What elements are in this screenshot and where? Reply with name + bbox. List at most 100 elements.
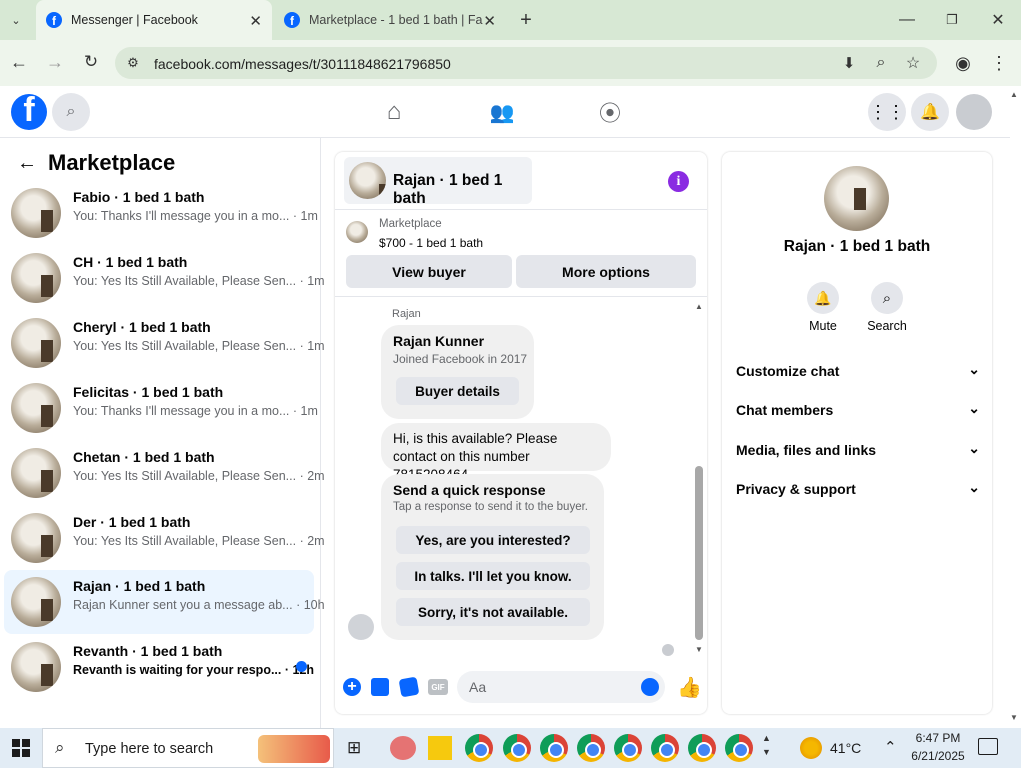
- info-avatar[interactable]: [824, 166, 889, 231]
- chrome-icon[interactable]: [465, 734, 493, 762]
- section-media-files-links[interactable]: Media, files and links ⌄: [736, 440, 980, 458]
- tray-chevron-icon[interactable]: ⌃: [884, 738, 897, 756]
- chevron-down-icon: ⌄: [968, 440, 980, 456]
- notifications-bell-icon[interactable]: 🔔: [911, 93, 949, 131]
- buyer-profile-card: Rajan Kunner Joined Facebook in 2017 Buy…: [381, 325, 534, 419]
- app-pinned-icon[interactable]: [390, 736, 416, 760]
- section-customize-chat[interactable]: Customize chat ⌄: [736, 361, 980, 379]
- thread-item[interactable]: Fabio · 1 bed 1 bath You: Thanks I'll me…: [4, 181, 318, 245]
- back-arrow-icon[interactable]: ←: [16, 152, 38, 174]
- thread-item-selected[interactable]: Rajan · 1 bed 1 bath Rajan Kunner sent y…: [4, 570, 325, 634]
- like-thumb-icon[interactable]: 👍: [677, 675, 702, 700]
- thread-item[interactable]: Felicitas · 1 bed 1 bath You: Thanks I'l…: [4, 376, 318, 440]
- new-tab-icon[interactable]: +: [516, 9, 536, 31]
- section-privacy-support[interactable]: Privacy & support ⌄: [736, 479, 980, 497]
- search-highlight-icon: [258, 735, 330, 763]
- search-icon[interactable]: ⌕: [52, 93, 90, 131]
- menu-kebab-icon[interactable]: ⋮: [989, 52, 1009, 74]
- url-text[interactable]: facebook.com/messages/t/3011184862179685…: [154, 56, 451, 72]
- sender-avatar-icon: [348, 614, 374, 640]
- restore-icon[interactable]: ❐: [943, 10, 961, 30]
- task-view-icon[interactable]: ⊞: [347, 738, 361, 758]
- thread-item[interactable]: Revanth · 1 bed 1 bath Revanth is waitin…: [4, 635, 314, 699]
- friends-icon[interactable]: 👥: [488, 98, 516, 126]
- scroll-up-icon[interactable]: ▲: [695, 302, 703, 312]
- page-scroll-down-icon[interactable]: ▼: [1010, 713, 1020, 723]
- thread-item[interactable]: Cheryl · 1 bed 1 bath You: Yes Its Still…: [4, 311, 325, 375]
- chevron-down-icon: ⌄: [968, 361, 980, 377]
- page-scroll-up-icon[interactable]: ▲: [1010, 90, 1020, 100]
- photo-icon[interactable]: [371, 678, 389, 696]
- notification-center-icon[interactable]: [978, 738, 998, 755]
- reload-icon[interactable]: ↻: [81, 52, 101, 72]
- chrome-icon[interactable]: [688, 734, 716, 762]
- facebook-logo-icon[interactable]: f: [11, 94, 47, 130]
- thread-item[interactable]: Der · 1 bed 1 bath You: Yes Its Still Av…: [4, 506, 325, 570]
- thread-name: CH · 1 bed 1 bath: [73, 254, 188, 270]
- chrome-icon[interactable]: [503, 734, 531, 762]
- facebook-favicon-icon: f: [46, 12, 62, 28]
- search-label[interactable]: Search: [862, 319, 912, 333]
- weather-icon[interactable]: [800, 737, 822, 759]
- tab-search-chevron-icon[interactable]: ⌄: [6, 10, 26, 30]
- scroll-down-icon[interactable]: ▼: [695, 645, 703, 655]
- conversation-header-button[interactable]: Rajan · 1 bed 1 bath: [344, 157, 532, 207]
- site-info-icon[interactable]: ⚙: [123, 53, 143, 73]
- clock-time[interactable]: 6:47 PM: [902, 731, 974, 745]
- profile-icon[interactable]: ◉: [952, 52, 974, 74]
- tab-title: Marketplace - 1 bed 1 bath | Fa: [309, 13, 483, 27]
- groups-icon[interactable]: ⦿: [596, 98, 624, 126]
- forward-icon[interactable]: →: [45, 52, 65, 72]
- bookmark-star-icon[interactable]: ☆: [903, 52, 923, 74]
- search-icon[interactable]: ⌕: [871, 282, 903, 314]
- account-avatar-icon[interactable]: [956, 94, 992, 130]
- add-icon[interactable]: +: [343, 678, 361, 696]
- quick-reply-button[interactable]: Sorry, it's not available.: [396, 598, 590, 626]
- chrome-icon[interactable]: [651, 734, 679, 762]
- chevron-down-icon: ⌄: [968, 400, 980, 416]
- close-window-icon[interactable]: ✕: [989, 10, 1007, 30]
- tab-marketplace[interactable]: f Marketplace - 1 bed 1 bath | Fa ✕: [276, 0, 506, 40]
- section-chat-members[interactable]: Chat members ⌄: [736, 400, 980, 418]
- thread-item[interactable]: Chetan · 1 bed 1 bath You: Yes Its Still…: [4, 441, 325, 505]
- buyer-details-button[interactable]: Buyer details: [396, 377, 519, 405]
- thread-item[interactable]: CH · 1 bed 1 bath You: Yes Its Still Ava…: [4, 246, 325, 310]
- seen-avatar-icon: [662, 644, 674, 656]
- minimize-icon[interactable]: —: [898, 10, 916, 30]
- search-icon: ⌕: [55, 738, 65, 757]
- menu-grid-icon[interactable]: ⋮⋮: [868, 93, 906, 131]
- taskbar-overflow-chevrons-icon[interactable]: ▲ ▼: [762, 731, 771, 759]
- message-input[interactable]: Aa: [457, 671, 665, 703]
- listing-title[interactable]: $700 - 1 bed 1 bath: [379, 236, 483, 250]
- install-app-icon[interactable]: ⬇: [838, 52, 860, 74]
- chrome-icon[interactable]: [614, 734, 642, 762]
- clock-date[interactable]: 6/21/2025: [902, 749, 974, 763]
- zoom-icon[interactable]: ⌕: [871, 52, 891, 74]
- taskbar-search-box[interactable]: ⌕ Type here to search: [42, 728, 334, 768]
- listing-thumbnail: [346, 221, 368, 243]
- info-icon[interactable]: i: [668, 171, 689, 192]
- more-options-button[interactable]: More options: [516, 255, 696, 288]
- chrome-icon[interactable]: [577, 734, 605, 762]
- info-name: Rajan · 1 bed 1 bath: [783, 238, 931, 255]
- chrome-icon[interactable]: [540, 734, 568, 762]
- back-icon[interactable]: ←: [9, 52, 29, 72]
- windows-start-icon[interactable]: [12, 739, 30, 757]
- gif-icon[interactable]: GIF: [428, 679, 448, 695]
- close-tab-icon[interactable]: ✕: [483, 12, 496, 30]
- tab-messenger[interactable]: f Messenger | Facebook ✕: [36, 0, 272, 40]
- sticky-notes-icon[interactable]: [428, 736, 452, 760]
- quick-reply-button[interactable]: In talks. I'll let you know.: [396, 562, 590, 590]
- home-icon[interactable]: ⌂: [380, 98, 408, 126]
- close-tab-icon[interactable]: ✕: [249, 12, 262, 30]
- sticker-icon[interactable]: [398, 676, 420, 698]
- mute-label[interactable]: Mute: [800, 319, 846, 333]
- chrome-icon[interactable]: [725, 734, 753, 762]
- conversation-pane: Rajan · 1 bed 1 bath i Marketplace $700 …: [335, 152, 707, 714]
- mute-bell-icon[interactable]: 🔔: [807, 282, 839, 314]
- view-buyer-button[interactable]: View buyer: [346, 255, 512, 288]
- weather-temp[interactable]: 41°C: [830, 740, 861, 756]
- emoji-icon[interactable]: [641, 678, 659, 696]
- scrollbar-thumb[interactable]: [695, 466, 703, 640]
- quick-reply-button[interactable]: Yes, are you interested?: [396, 526, 590, 554]
